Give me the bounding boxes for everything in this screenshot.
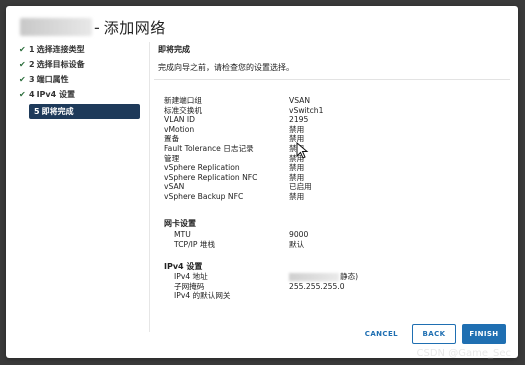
property-row: vSphere Backup NFC 禁用 xyxy=(164,192,323,202)
ipv4-settings-title: IPv4 设置 xyxy=(164,262,203,271)
property-key: IPv4 的默认网关 xyxy=(174,291,231,301)
property-value: 禁用 xyxy=(289,124,305,134)
check-icon: ✔ xyxy=(19,75,26,84)
redacted-host-name xyxy=(20,18,92,36)
mouse-cursor-icon xyxy=(296,142,309,159)
property-value: vSwitch1 xyxy=(289,105,324,115)
watermark: CSDN @Game_Sec xyxy=(416,348,511,359)
property-key: 管理 xyxy=(164,153,180,163)
step-label: 选择连接类型 xyxy=(36,45,85,54)
property-row: 子网掩码 255.255.255.0 xyxy=(164,282,358,292)
property-row: vSAN 已启用 xyxy=(164,182,323,192)
property-value: 255.255.255.0 xyxy=(289,281,345,291)
wizard-steps: ✔ 1 选择连接类型 ✔ 2 选择目标设备 ✔ 3 端口属性 ✔ 4 IPv4 … xyxy=(14,42,150,119)
ipv4-settings-list: IPv4 地址 静态) 子网掩码 255.255.255.0 IPv4 的默认网关 xyxy=(164,272,358,301)
property-row: TCP/IP 堆栈 默认 xyxy=(164,240,308,250)
property-row: IPv4 地址 静态) xyxy=(164,272,358,282)
nic-settings-title: 网卡设置 xyxy=(164,219,196,228)
property-value: 2195 xyxy=(289,115,309,125)
property-row: VLAN ID 2195 xyxy=(164,115,323,125)
property-key: MTU xyxy=(174,230,191,239)
property-key: TCP/IP 堆栈 xyxy=(174,239,216,249)
step-label: 端口属性 xyxy=(36,75,69,84)
property-key: VLAN ID xyxy=(164,115,195,125)
section-divider xyxy=(154,79,510,80)
step-5-active[interactable]: 5 即将完成 xyxy=(29,104,140,119)
property-key: 新建端口组 xyxy=(164,96,202,105)
sidebar-divider xyxy=(149,42,150,332)
property-key: IPv4 地址 xyxy=(174,272,208,281)
add-network-dialog: - 添加网络 ✔ 1 选择连接类型 ✔ 2 选择目标设备 ✔ 3 端口属性 ✔ … xyxy=(6,6,518,358)
step-number: 2 xyxy=(29,60,35,69)
back-button[interactable]: BACK xyxy=(412,324,456,344)
step-label: IPv4 设置 xyxy=(36,90,75,99)
step-1[interactable]: ✔ 1 选择连接类型 xyxy=(14,42,150,57)
property-value: 禁用 xyxy=(289,191,305,201)
dialog-header: - 添加网络 xyxy=(20,16,166,38)
property-value: 9000 xyxy=(289,230,309,239)
check-icon: ✔ xyxy=(19,45,26,54)
property-key: 标准交换机 xyxy=(164,105,202,115)
step-number: 3 xyxy=(29,75,35,84)
property-row: 新建端口组 VSAN xyxy=(164,96,323,106)
step-number: 1 xyxy=(29,45,35,54)
step-3[interactable]: ✔ 3 端口属性 xyxy=(14,72,150,87)
finish-button[interactable]: FINISH xyxy=(462,324,506,344)
property-row: 标准交换机 vSwitch1 xyxy=(164,106,323,116)
step-label: 选择目标设备 xyxy=(36,60,85,69)
property-value: VSAN xyxy=(289,96,311,105)
check-icon: ✔ xyxy=(19,60,26,69)
property-row: vSphere Replication 禁用 xyxy=(164,163,323,173)
section-subtitle: 完成向导之前，请检查您的设置选择。 xyxy=(158,63,294,72)
property-key: 置备 xyxy=(164,134,180,144)
step-label: 即将完成 xyxy=(41,107,74,116)
step-4[interactable]: ✔ 4 IPv4 设置 xyxy=(14,87,150,102)
property-row: IPv4 的默认网关 xyxy=(164,291,358,301)
property-value: 禁用 xyxy=(289,172,305,182)
property-key: vSphere Backup NFC xyxy=(164,191,244,201)
step-number: 5 xyxy=(34,107,40,116)
title-separator: - xyxy=(94,17,100,37)
property-row: MTU 9000 xyxy=(164,230,308,240)
property-value: 已启用 xyxy=(289,182,312,192)
property-row: vSphere Replication NFC 禁用 xyxy=(164,173,323,183)
cancel-button[interactable]: CANCEL xyxy=(357,324,406,344)
redacted-ip-address xyxy=(289,273,339,281)
property-value: 禁用 xyxy=(289,163,305,173)
property-key: vMotion xyxy=(164,124,195,134)
ip-mode-text: 静态) xyxy=(340,272,359,281)
property-key: vSphere Replication NFC xyxy=(164,172,258,182)
property-key: 子网掩码 xyxy=(174,281,205,291)
property-key: vSphere Replication xyxy=(164,163,240,173)
property-key: vSAN xyxy=(164,182,185,192)
property-value: 默认 xyxy=(289,239,305,249)
check-icon: ✔ xyxy=(19,90,26,99)
dialog-footer-buttons: CANCEL BACK FINISH xyxy=(357,324,506,344)
summary-panel: 即将完成 完成向导之前，请检查您的设置选择。 新建端口组 VSAN 标准交换机 vS… xyxy=(154,44,510,300)
nic-settings-list: MTU 9000 TCP/IP 堆栈 默认 xyxy=(164,230,308,249)
property-value: 静态) xyxy=(289,272,358,282)
dialog-title: 添加网络 xyxy=(103,18,166,37)
property-row: vMotion 禁用 xyxy=(164,125,323,135)
property-key: Fault Tolerance 日志记录 xyxy=(164,143,254,153)
section-title: 即将完成 xyxy=(158,45,190,54)
step-number: 4 xyxy=(29,90,35,99)
step-2[interactable]: ✔ 2 选择目标设备 xyxy=(14,57,150,72)
